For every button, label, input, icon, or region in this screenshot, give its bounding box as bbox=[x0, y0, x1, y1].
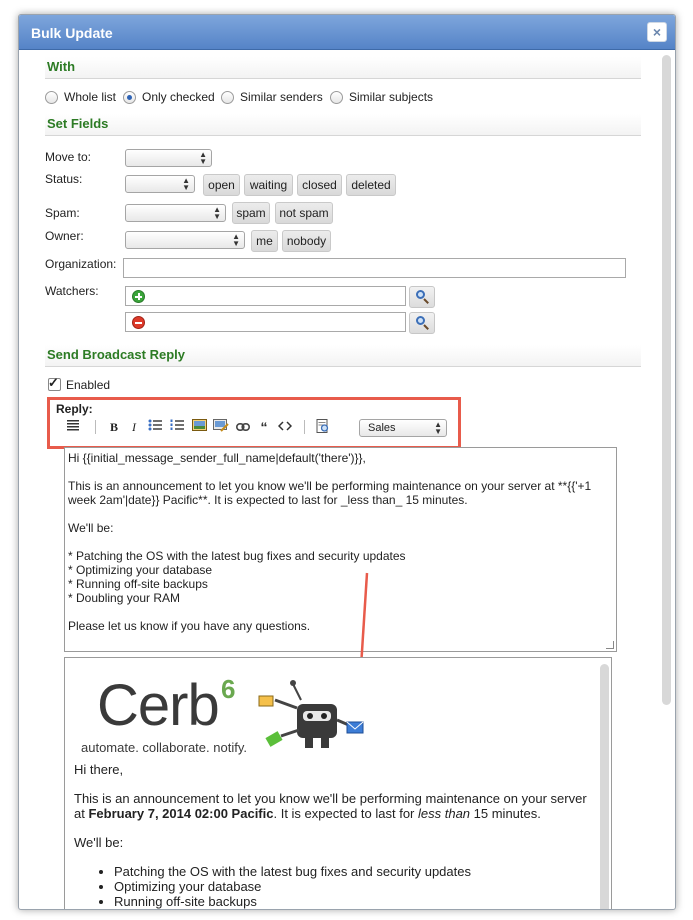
preview-wellbe: We'll be: bbox=[74, 835, 124, 850]
spam-label: Spam: bbox=[45, 206, 80, 220]
preview-greeting: Hi there, bbox=[74, 762, 124, 777]
dialog-title: Bulk Update bbox=[31, 25, 113, 41]
list-item: Optimizing your database bbox=[114, 879, 594, 894]
with-section-heading: With bbox=[45, 57, 641, 79]
organization-label: Organization: bbox=[45, 257, 117, 271]
reply-toolbar-highlight: Reply: B I “ Sales ▲ ▼ bbox=[47, 397, 461, 449]
radio-only-checked[interactable] bbox=[123, 91, 136, 104]
editor-line: Hi {{initial_message_sender_full_name|de… bbox=[68, 451, 366, 465]
paragraph-icon[interactable] bbox=[64, 419, 82, 435]
move-to-label: Move to: bbox=[45, 150, 92, 164]
list-item: Patching the OS with the latest bug fixe… bbox=[114, 864, 594, 879]
close-icon[interactable]: × bbox=[647, 22, 667, 42]
radio-similar-subjects-label[interactable]: Similar subjects bbox=[349, 90, 433, 104]
bulk-update-dialog: Bulk Update × With Whole list Only check… bbox=[18, 14, 676, 910]
radio-similar-subjects[interactable] bbox=[330, 91, 343, 104]
status-waiting-button[interactable]: waiting bbox=[244, 174, 293, 196]
broadcast-heading: Send Broadcast Reply bbox=[47, 347, 185, 362]
select-arrows-icon: ▲ ▼ bbox=[434, 420, 442, 436]
status-closed-button[interactable]: closed bbox=[297, 174, 342, 196]
set-fields-section-heading: Set Fields bbox=[45, 114, 641, 136]
watchers-add-input[interactable] bbox=[125, 286, 406, 306]
dialog-titlebar[interactable]: Bulk Update × bbox=[19, 15, 675, 50]
preview-body: Hi there, This is an announcement to let… bbox=[74, 762, 594, 909]
italic-icon[interactable]: I bbox=[125, 419, 143, 435]
remove-icon bbox=[132, 316, 145, 329]
broadcast-section-heading: Send Broadcast Reply bbox=[45, 345, 641, 367]
organization-input[interactable] bbox=[123, 258, 626, 278]
watchers-remove-input[interactable] bbox=[125, 312, 406, 332]
add-icon bbox=[132, 290, 145, 303]
select-arrows-icon: ▲ ▼ bbox=[182, 176, 190, 192]
checkmark-icon: ✓ bbox=[48, 375, 59, 390]
template-select[interactable]: Sales ▲ ▼ bbox=[359, 419, 447, 437]
select-arrows-icon: ▲ ▼ bbox=[213, 205, 221, 221]
enabled-label[interactable]: Enabled bbox=[66, 378, 110, 392]
cerb-logo: Cerb 6 automate. collaborate. notify. bbox=[79, 676, 379, 756]
radio-whole-list-label[interactable]: Whole list bbox=[64, 90, 116, 104]
preview-paragraph: This is an announcement to let you know … bbox=[74, 791, 587, 821]
radio-only-checked-label[interactable]: Only checked bbox=[142, 90, 215, 104]
watchers-label: Watchers: bbox=[45, 284, 99, 298]
reply-label: Reply: bbox=[56, 402, 93, 416]
watchers-add-search-button[interactable] bbox=[409, 286, 435, 308]
radio-similar-senders-label[interactable]: Similar senders bbox=[240, 90, 323, 104]
spam-button[interactable]: spam bbox=[232, 202, 270, 224]
preview-list: Patching the OS with the latest bug fixe… bbox=[74, 864, 594, 909]
owner-nobody-button[interactable]: nobody bbox=[282, 230, 331, 252]
set-fields-heading: Set Fields bbox=[47, 116, 109, 131]
owner-label: Owner: bbox=[45, 229, 84, 243]
search-icon bbox=[416, 316, 429, 330]
move-to-select[interactable]: ▲ ▼ bbox=[125, 149, 212, 167]
enabled-checkbox[interactable]: ✓ bbox=[48, 375, 61, 391]
dialog-scrollbar[interactable] bbox=[662, 55, 671, 705]
dialog-content: With Whole list Only checked Similar sen… bbox=[19, 51, 675, 909]
editor-line: We'll be: bbox=[68, 521, 114, 535]
image-link-icon[interactable] bbox=[212, 419, 230, 435]
numbered-list-icon[interactable] bbox=[168, 419, 186, 435]
radio-similar-senders[interactable] bbox=[221, 91, 234, 104]
status-deleted-button[interactable]: deleted bbox=[346, 174, 396, 196]
bold-icon[interactable]: B bbox=[105, 419, 123, 435]
spam-select[interactable]: ▲ ▼ bbox=[125, 204, 226, 222]
not-spam-button[interactable]: not spam bbox=[275, 202, 333, 224]
quote-icon[interactable]: “ bbox=[255, 419, 273, 435]
bullet-list-icon[interactable] bbox=[146, 419, 164, 435]
image-icon[interactable] bbox=[190, 419, 208, 435]
status-label: Status: bbox=[45, 172, 83, 186]
cerb-robot-icon bbox=[258, 680, 364, 748]
select-arrows-icon: ▲ ▼ bbox=[232, 232, 240, 248]
select-arrows-icon: ▲ ▼ bbox=[199, 150, 207, 166]
search-icon bbox=[416, 290, 429, 304]
list-item: Running off-site backups bbox=[114, 894, 594, 909]
with-heading: With bbox=[47, 59, 76, 74]
status-select[interactable]: ▲ ▼ bbox=[125, 175, 195, 193]
code-icon[interactable] bbox=[276, 419, 294, 435]
toolbar-separator bbox=[95, 420, 96, 434]
editor-line: week 2am'|date}} Pacific**. It is expect… bbox=[68, 493, 468, 507]
radio-whole-list[interactable] bbox=[45, 91, 58, 104]
resize-handle-icon[interactable] bbox=[606, 641, 614, 649]
owner-select[interactable]: ▲ ▼ bbox=[125, 231, 245, 249]
toolbar-separator bbox=[304, 420, 305, 434]
with-radio-group: Whole list Only checked Similar senders … bbox=[45, 89, 465, 107]
editor-line: * Patching the OS with the latest bug fi… bbox=[68, 549, 406, 563]
preview-icon[interactable] bbox=[314, 419, 332, 435]
preview-scrollbar[interactable] bbox=[600, 664, 609, 909]
owner-me-button[interactable]: me bbox=[251, 230, 278, 252]
watchers-remove-search-button[interactable] bbox=[409, 312, 435, 334]
reply-preview-pane: Cerb 6 automate. collaborate. notify. Hi… bbox=[64, 657, 612, 909]
link-icon[interactable] bbox=[234, 419, 252, 435]
editor-line: This is an announcement to let you know … bbox=[68, 479, 592, 493]
status-open-button[interactable]: open bbox=[203, 174, 240, 196]
